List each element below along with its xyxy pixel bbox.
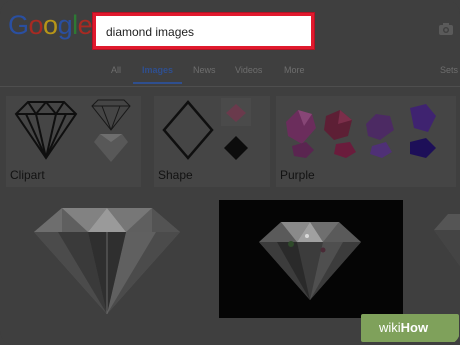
related-label: Shape [158,168,193,182]
watermark-text: wikiHow [379,320,428,335]
google-logo[interactable]: Google [8,10,93,40]
tab-news[interactable]: News [193,65,216,75]
tab-images[interactable]: Images [142,65,173,75]
screen: Google diamond images All Images News Vi… [0,0,460,345]
diamond-outline-image [14,99,131,162]
related-chip-purple[interactable]: Purple [276,96,456,187]
search-tabs: All Images News Videos More Sets [0,62,460,84]
watermark-wiki: wiki [379,320,401,335]
tab-settings[interactable]: Sets [440,65,458,75]
logo-letter: G [8,10,29,40]
logo-letter: o [28,10,44,40]
search-query-text: diamond images [106,25,195,39]
active-tab-indicator [133,82,182,84]
tab-videos[interactable]: Videos [235,65,262,75]
logo-letter: o [43,10,58,40]
related-chip-clipart[interactable]: Clipart [6,96,141,187]
related-label: Clipart [10,168,45,182]
related-chip-shape[interactable]: Shape [154,96,270,187]
purple-gems-image [286,104,436,158]
result-image-diamond-1[interactable] [28,202,186,317]
result-image-partial[interactable] [432,206,460,276]
tab-all[interactable]: All [111,65,121,75]
watermark-how: How [400,320,429,335]
wikihow-watermark: wikiHow [361,314,459,342]
result-image-diamond-2[interactable] [219,200,403,318]
search-input[interactable]: diamond images [93,13,314,49]
camera-icon[interactable] [438,22,454,36]
header-divider [0,86,460,87]
diamond-shape-image [162,98,251,160]
logo-letter: g [57,10,73,40]
logo-letter: e [77,10,93,40]
related-label: Purple [280,168,315,182]
tab-more[interactable]: More [284,65,305,75]
